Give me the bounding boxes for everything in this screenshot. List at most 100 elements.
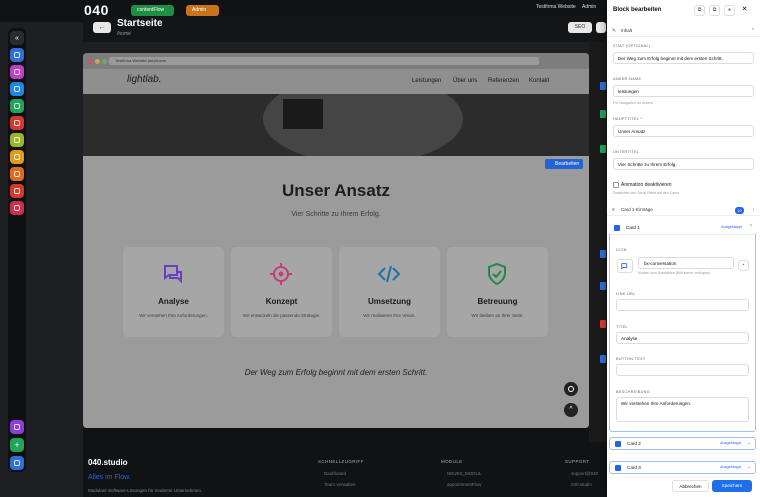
card3-status: Ausgeklappt	[720, 465, 741, 469]
close-dot[interactable]	[88, 59, 93, 64]
content-section-label: Inhalt	[621, 28, 633, 33]
rail-chart-button[interactable]	[10, 133, 24, 147]
block-marker[interactable]	[600, 145, 606, 153]
preview-browser: Testfirma Website (de)/home lightlab. Le…	[83, 53, 589, 428]
duplicate-button[interactable]: ⧉	[709, 5, 720, 16]
workspace-name[interactable]: Testfirma Website	[536, 4, 576, 10]
footer-link[interactable]: NEUES_MODUL	[447, 471, 481, 476]
app-window: 040 contentFlow Admin Testfirma Website …	[0, 0, 760, 497]
untertitel-input[interactable]: Vier Schritte zu Ihrem Erfolg.	[613, 158, 754, 170]
card-title: Umsetzung	[367, 297, 412, 306]
mode-pill[interactable]: Admin	[186, 5, 219, 16]
card2-label: Card 2	[627, 441, 641, 446]
close-icon: ✕	[741, 6, 748, 13]
icon-name-input[interactable]: bx-conversation	[638, 257, 734, 269]
footer-col2-title: MODULE	[441, 459, 463, 464]
nav-leistungen[interactable]: Leistungen	[412, 78, 441, 84]
button-text-label: BUTTON TEXT	[616, 357, 646, 361]
footer-link[interactable]: 040.studio	[571, 482, 592, 487]
seo-button[interactable]: SEO	[568, 22, 592, 33]
code-icon	[377, 265, 401, 283]
maximize-dot[interactable]	[102, 59, 107, 64]
chat-fab[interactable]	[564, 382, 578, 396]
rail-video-button[interactable]	[10, 65, 24, 79]
anker-input[interactable]: leistungen	[613, 85, 754, 97]
content-section-toggle[interactable]: ✎ Inhalt ^	[607, 25, 760, 37]
users-icon	[14, 205, 20, 211]
block-marker[interactable]	[600, 320, 606, 328]
block-marker[interactable]	[600, 82, 606, 90]
close-panel-button[interactable]: ✕	[739, 5, 750, 16]
beschreibung-textarea[interactable]: Wir verstehen Ihre Anforderungen.	[616, 397, 749, 422]
footer-link[interactable]: appointmentFlow	[447, 482, 481, 487]
more-button[interactable]	[596, 22, 606, 33]
icon-preview[interactable]	[617, 259, 633, 273]
block-marker[interactable]	[600, 355, 606, 363]
zitat-input[interactable]: Der Weg zum Erfolg beginnt mit dem erste…	[613, 52, 754, 64]
box-icon	[14, 171, 20, 177]
rail-doc-button[interactable]	[10, 150, 24, 164]
footer-link[interactable]: Dashboard	[324, 471, 346, 476]
user-name[interactable]: Admin	[582, 4, 596, 10]
save-button[interactable]: Speichern	[712, 480, 752, 492]
document-icon	[14, 154, 20, 160]
minimize-dot[interactable]	[95, 59, 100, 64]
collapse-button[interactable]: «	[10, 31, 24, 45]
block-marker[interactable]	[600, 282, 606, 290]
url-bar[interactable]: Testfirma Website (de)/home	[109, 57, 539, 65]
delete-block-button[interactable]: ●	[724, 5, 735, 16]
card2-row[interactable]: Card 2 Ausgeklappt ⌄	[609, 437, 756, 450]
rail-calendar-button[interactable]	[10, 99, 24, 113]
copy-icon: ⧉	[697, 7, 702, 13]
haupttitel-input[interactable]: Unser Ansatz	[613, 125, 754, 137]
rail-shop-button[interactable]	[10, 116, 24, 130]
rail-users-button[interactable]	[10, 201, 24, 215]
footer-desc: Modulare Software-Lösungen für moderne U…	[88, 488, 203, 493]
nav-referenzen[interactable]: Referenzen	[488, 78, 519, 84]
titel-label: TITEL	[616, 325, 628, 329]
card3-row[interactable]: Card 3 Ausgeklappt ⌄	[609, 461, 756, 474]
chevron-up-icon: ^	[749, 224, 752, 230]
chevron-down-icon: ⌄	[746, 464, 751, 470]
copy-button[interactable]: ⧉	[694, 5, 705, 16]
cancel-button[interactable]: Abbrechen	[672, 480, 709, 492]
mail-icon	[14, 188, 20, 194]
link-input[interactable]	[616, 299, 749, 311]
nav-kontakt[interactable]: Kontakt	[529, 78, 549, 84]
card-betreuung: Betreuung Wir bleiben an Ihrer Seite.	[447, 247, 548, 337]
edit-block-button[interactable]: Bearbeiten	[545, 159, 583, 169]
rail-mail-button[interactable]	[10, 184, 24, 198]
animation-checkbox[interactable]	[613, 182, 619, 188]
block-marker[interactable]	[600, 110, 606, 118]
site-logo[interactable]: lightlab.	[127, 74, 161, 85]
rail-help-button[interactable]	[10, 420, 24, 434]
nav-ueber-uns[interactable]: Über uns	[453, 78, 477, 84]
chevron-up-icon: ^	[751, 28, 754, 34]
icon-delete-button[interactable]: ▪	[738, 260, 749, 271]
scroll-top-fab[interactable]: ^	[564, 403, 578, 417]
titel-input[interactable]: Analyse	[616, 332, 749, 344]
back-button[interactable]: ←	[93, 22, 111, 33]
chevron-down-icon: ⌄	[746, 440, 751, 446]
footer-link[interactable]: support@040	[571, 471, 598, 476]
rail-add-button[interactable]: +	[10, 438, 24, 452]
rail-home-button[interactable]	[10, 48, 24, 62]
icon-label: ICON	[616, 248, 627, 252]
animation-label: Animation deaktivieren	[621, 182, 672, 188]
block-marker[interactable]	[600, 250, 606, 258]
rail-settings-button[interactable]	[10, 456, 24, 470]
card-desc: Wir realisieren Ihre Vision.	[363, 313, 416, 318]
cards-section-label: Card 1-Einträge	[621, 207, 653, 212]
footer-col1-title: SCHNELLZUGRIFF	[318, 459, 364, 464]
button-text-input[interactable]	[616, 364, 749, 376]
section-subtitle: Vier Schritte zu Ihrem Erfolg.	[291, 211, 381, 218]
rail-box-button[interactable]	[10, 167, 24, 181]
footer-link[interactable]: Team verwalten	[324, 482, 356, 487]
card1-header[interactable]: Card 1 Ausgeklappt ^	[609, 222, 756, 235]
chat-icon	[568, 386, 574, 392]
link-label: LINK URL	[616, 292, 636, 296]
globe-icon	[14, 86, 20, 92]
rail-globe-button[interactable]	[10, 82, 24, 96]
page-title: Startseite	[117, 18, 163, 29]
brand-pill[interactable]: contentFlow	[131, 5, 174, 16]
